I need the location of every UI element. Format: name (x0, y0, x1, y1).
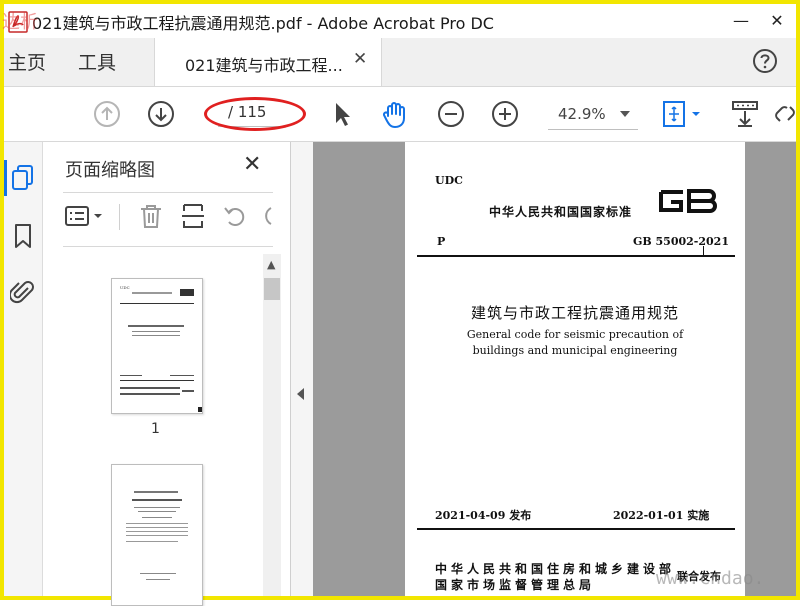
udc-label: UDC (435, 174, 463, 187)
chevron-down-icon (620, 111, 630, 117)
publisher-line-2: 国家市场监督管理总局 (435, 578, 596, 592)
issue-date: 2021-04-09 发布 (435, 509, 532, 522)
divider (119, 204, 120, 230)
attachment-icon[interactable] (10, 278, 36, 306)
scroll-up-icon[interactable]: ▲ (267, 258, 275, 271)
document-title-cn: 建筑与市政工程抗震通用规范 (470, 304, 679, 322)
zoom-select[interactable]: 42.9% (548, 99, 638, 130)
red-annotation-ellipse (204, 97, 306, 131)
rotate-icon[interactable] (221, 202, 249, 230)
national-standard-heading: 中华人民共和国国家标准 (489, 205, 633, 219)
publisher-line-1: 中华人民共和国住房和城乡建设部 (435, 562, 676, 576)
divider (63, 246, 273, 247)
close-panel-button[interactable]: ✕ (243, 152, 261, 177)
gb-logo (659, 189, 717, 213)
tab-bar: 主页 工具 021建筑与市政工程... ✕ (4, 38, 796, 87)
fit-page-icon[interactable] (660, 99, 706, 129)
classification-code: P (437, 235, 446, 248)
active-indicator (4, 160, 7, 196)
panel-splitter[interactable] (291, 142, 313, 596)
tab-document[interactable]: 021建筑与市政工程... ✕ (154, 38, 382, 86)
close-window-button[interactable]: ✕ (762, 8, 792, 34)
hand-tool-icon[interactable] (380, 99, 410, 129)
implementation-date: 2022-01-01 实施 (613, 509, 710, 522)
extract-pages-icon[interactable] (179, 202, 207, 230)
tab-tools[interactable]: 工具 (78, 48, 116, 75)
document-viewport[interactable]: UDC 中华人民共和国国家标准 P GB 55002-2021 建筑与市政工程抗… (313, 142, 796, 596)
page-thumbnail[interactable]: UDC (111, 278, 203, 414)
title-bar: 021建筑与市政工程抗震通用规范.pdf - Adobe Acrobat Pro… (4, 4, 796, 38)
thumbnail-page-number: 1 (151, 421, 160, 437)
thumbnails-panel: 页面缩略图 ✕ ▲ UDC 1 (43, 142, 291, 606)
panel-title: 页面缩略图 (65, 160, 155, 181)
document-page: UDC 中华人民共和国国家标准 P GB 55002-2021 建筑与市政工程抗… (405, 142, 745, 596)
navigation-rail (4, 142, 43, 596)
scroll-mode-icon[interactable] (730, 99, 760, 129)
delete-icon[interactable] (137, 202, 165, 230)
rotate-cw-icon[interactable] (259, 202, 273, 230)
watermark-bottom-right: www.cndao. (656, 568, 765, 589)
tab-home[interactable]: 主页 (8, 48, 46, 75)
watermark-top-left: 达析 (2, 12, 38, 33)
close-tab-button[interactable]: ✕ (353, 49, 367, 69)
document-title-en-line2: buildings and municipal engineering (472, 344, 678, 357)
divider (63, 192, 273, 193)
select-cursor-icon[interactable] (326, 99, 356, 129)
scroll-thumb[interactable] (264, 278, 280, 300)
header-rule (417, 255, 735, 257)
zoom-in-icon[interactable] (490, 99, 520, 129)
page-thumbnail[interactable] (111, 464, 203, 606)
minimize-button[interactable]: — (726, 8, 756, 34)
page-thumbnails-icon[interactable] (10, 164, 36, 192)
options-menu-icon[interactable] (63, 202, 107, 230)
collapse-arrow-icon[interactable] (297, 388, 304, 400)
toolbar: / 115 42.9% (4, 87, 796, 142)
prev-page-icon[interactable] (92, 99, 122, 129)
tab-document-label: 021建筑与市政工程... (185, 56, 343, 75)
standard-number: GB 55002-2021 (633, 235, 729, 248)
footer-rule (417, 528, 735, 530)
page-number-field[interactable]: / 115 (204, 97, 306, 131)
next-page-icon[interactable] (146, 99, 176, 129)
zoom-value: 42.9% (558, 105, 606, 123)
document-title-en-line1: General code for seismic precaution of (466, 328, 684, 341)
zoom-out-icon[interactable] (436, 99, 466, 129)
link-icon[interactable] (774, 99, 796, 129)
help-icon[interactable] (752, 48, 778, 74)
bookmark-icon[interactable] (10, 222, 36, 250)
scrollbar[interactable]: ▲ (263, 254, 281, 596)
window-title: 021建筑与市政工程抗震通用规范.pdf - Adobe Acrobat Pro… (32, 14, 494, 33)
